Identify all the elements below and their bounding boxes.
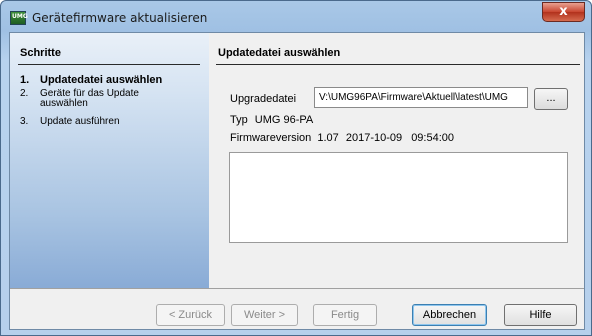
title-bar[interactable]: UMG Gerätefirmware aktualisieren x [1, 1, 592, 33]
steps-title: Schritte [20, 47, 61, 59]
dialog-client-area: Schritte 1. Updatedatei auswählen 2. Ger… [9, 32, 585, 330]
firmware-time: 09:54:00 [411, 132, 455, 144]
type-label: Typ [230, 114, 248, 126]
steps-divider [18, 64, 200, 65]
section-divider [216, 64, 580, 65]
step-label: Geräte für das Update auswählen [40, 88, 139, 109]
browse-button[interactable]: ... [534, 88, 568, 110]
steps-panel: Schritte 1. Updatedatei auswählen 2. Ger… [10, 33, 209, 288]
finish-button[interactable]: Fertig [313, 304, 377, 326]
app-icon-text: UMG [12, 13, 28, 20]
firmware-date: 2017-10-09 [345, 132, 403, 144]
app-icon: UMG [10, 11, 28, 25]
step-number: 3. [20, 116, 29, 127]
firmware-version: 1.07 [317, 132, 339, 144]
type-value: UMG 96-PA [254, 114, 314, 126]
info-textbox[interactable] [229, 152, 568, 243]
footer-divider [10, 288, 584, 289]
upgrade-file-input[interactable]: V:\UMG96PA\Firmware\Aktuell\latest\UMG [314, 87, 528, 108]
back-button[interactable]: < Zurück [156, 304, 225, 326]
device-type-row: Typ UMG 96-PA [230, 114, 313, 126]
next-button[interactable]: Weiter > [231, 304, 298, 326]
firmware-row: Firmwareversion 1.07 2017-10-09 09:54:00 [230, 132, 454, 144]
step-label: Updatedatei auswählen [40, 74, 163, 86]
step-number: 1. [20, 74, 30, 86]
section-title: Updatedatei auswählen [218, 47, 341, 59]
cancel-button[interactable]: Abbrechen [412, 304, 487, 326]
upgrade-file-label: Upgradedatei [230, 93, 297, 105]
help-button[interactable]: Hilfe [504, 304, 577, 326]
step-label: Update ausführen [40, 116, 120, 127]
close-button[interactable]: x [542, 2, 585, 22]
step-number: 2. [20, 88, 29, 99]
firmware-label: Firmwareversion [230, 132, 312, 144]
window-title: Gerätefirmware aktualisieren [32, 11, 208, 25]
window-frame: UMG Gerätefirmware aktualisieren x Schri… [0, 0, 592, 336]
